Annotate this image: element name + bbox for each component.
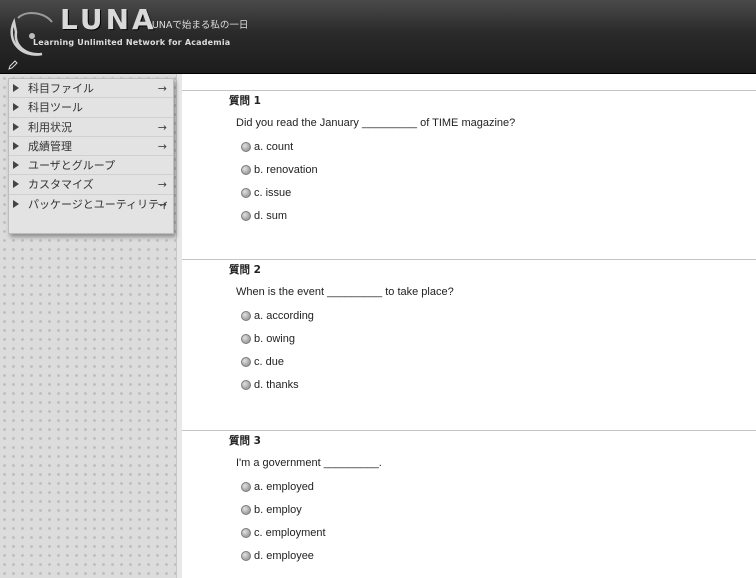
arrow-right-icon: → bbox=[157, 178, 167, 192]
menu-item-grade-management[interactable]: 成績管理 → bbox=[9, 137, 173, 157]
radio-button[interactable] bbox=[241, 528, 251, 538]
menu-item-label: パッケージとユーティリティ bbox=[28, 197, 170, 211]
answer-label: c. issue bbox=[254, 187, 292, 199]
answer-label: b. owing bbox=[254, 333, 295, 345]
app-subtitle: Learning Unlimited Network for Academia bbox=[33, 38, 231, 47]
answer-label: c. employment bbox=[254, 527, 326, 539]
logo-text: LUNA bbox=[60, 3, 157, 36]
radio-button[interactable] bbox=[241, 142, 251, 152]
menu-item-course-files[interactable]: 科目ファイル → bbox=[9, 79, 173, 99]
answer-label: d. sum bbox=[254, 210, 288, 222]
answer-label: c. due bbox=[254, 356, 284, 368]
luna-logo-icon bbox=[10, 12, 53, 56]
radio-button[interactable] bbox=[241, 165, 251, 175]
menu-item-usage-status[interactable]: 利用状況 → bbox=[9, 118, 173, 137]
app-tagline: LUNAで始まる私の一日 bbox=[147, 20, 249, 31]
radio-button[interactable] bbox=[241, 311, 251, 321]
radio-button[interactable] bbox=[241, 188, 251, 198]
course-menu: 科目ファイル → 科目ツール 利用状況 → 成績管理 → ユーザとグループ カス… bbox=[8, 78, 174, 234]
arrow-right-icon: → bbox=[157, 197, 167, 211]
question-text: When is the event _________ to take plac… bbox=[236, 286, 454, 298]
arrow-right-icon: → bbox=[157, 120, 167, 134]
question-block: 質問 3 I'm a government _________. a. empl… bbox=[182, 430, 756, 578]
radio-button[interactable] bbox=[241, 211, 251, 221]
answer-label: d. thanks bbox=[254, 379, 299, 391]
answer-label: d. employee bbox=[254, 550, 314, 562]
answer-label: b. renovation bbox=[254, 164, 318, 176]
menu-item-course-tools[interactable]: 科目ツール bbox=[9, 98, 173, 118]
menu-item-packages-utilities[interactable]: パッケージとユーティリティ → bbox=[9, 195, 173, 214]
expand-triangle-icon bbox=[13, 141, 19, 150]
expand-triangle-icon bbox=[13, 199, 19, 208]
question-block: 質問 1 Did you read the January _________ … bbox=[182, 90, 756, 250]
menu-item-customize[interactable]: カスタマイズ → bbox=[9, 175, 173, 195]
answer-label: a. count bbox=[254, 141, 294, 153]
menu-item-label: ユーザとグループ bbox=[28, 159, 116, 173]
expand-triangle-icon bbox=[13, 103, 19, 112]
answer-label: a. according bbox=[254, 310, 314, 322]
expand-triangle-icon bbox=[13, 161, 19, 170]
quiz-content: 質問 1 Did you read the January _________ … bbox=[182, 74, 756, 578]
radio-button[interactable] bbox=[241, 482, 251, 492]
radio-button[interactable] bbox=[241, 380, 251, 390]
expand-triangle-icon bbox=[13, 84, 19, 92]
menu-item-label: 科目ファイル bbox=[28, 82, 94, 95]
expand-triangle-icon bbox=[13, 122, 19, 131]
expand-triangle-icon bbox=[13, 180, 19, 189]
menu-item-label: 利用状況 bbox=[28, 120, 72, 134]
menu-item-users-groups[interactable]: ユーザとグループ bbox=[9, 156, 173, 176]
answer-label: a. employed bbox=[254, 481, 314, 493]
question-title: 質問 1 bbox=[229, 95, 261, 107]
question-block: 質問 2 When is the event _________ to take… bbox=[182, 259, 756, 419]
menu-item-label: 科目ツール bbox=[28, 101, 83, 115]
radio-button[interactable] bbox=[241, 357, 251, 367]
menu-item-label: カスタマイズ bbox=[28, 178, 94, 192]
question-text: I'm a government _________. bbox=[236, 457, 382, 469]
arrow-right-icon: → bbox=[157, 82, 167, 95]
question-title: 質問 3 bbox=[229, 435, 261, 447]
answer-label: b. employ bbox=[254, 504, 302, 516]
edit-icon[interactable] bbox=[8, 60, 18, 70]
question-text: Did you read the January _________ of TI… bbox=[236, 117, 516, 129]
menu-item-label: 成績管理 bbox=[28, 139, 72, 153]
arrow-right-icon: → bbox=[157, 139, 167, 153]
radio-button[interactable] bbox=[241, 551, 251, 561]
radio-button[interactable] bbox=[241, 505, 251, 515]
question-title: 質問 2 bbox=[229, 264, 261, 276]
radio-button[interactable] bbox=[241, 334, 251, 344]
app-header: LUNA LUNAで始まる私の一日 Learning Unlimited Net… bbox=[0, 0, 756, 74]
